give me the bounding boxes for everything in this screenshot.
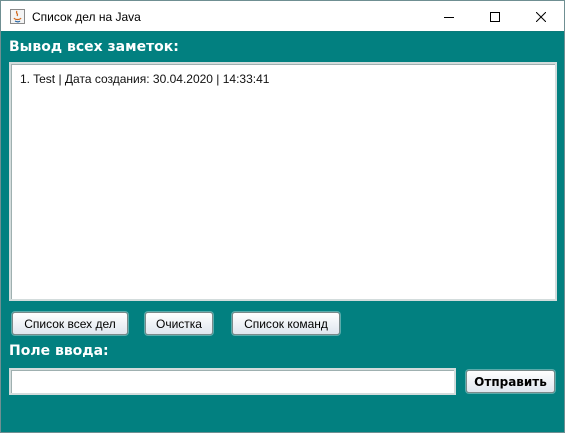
clear-button[interactable]: Очистка bbox=[145, 312, 213, 335]
notes-output-area[interactable]: 1. Test | Дата создания: 30.04.2020 | 14… bbox=[9, 62, 557, 301]
window-title: Список дел на Java bbox=[32, 10, 141, 24]
input-label: Поле ввода: bbox=[9, 343, 109, 359]
commands-list-button[interactable]: Список команд bbox=[232, 312, 340, 335]
note-line: 1. Test | Дата создания: 30.04.2020 | 14… bbox=[20, 72, 270, 86]
output-label: Вывод всех заметок: bbox=[9, 39, 179, 55]
close-icon bbox=[536, 11, 546, 22]
maximize-button[interactable] bbox=[472, 1, 518, 32]
close-button[interactable] bbox=[518, 1, 564, 32]
app-window: Список дел на Java Вывод всех заметок: 1… bbox=[0, 0, 565, 433]
java-app-icon bbox=[10, 9, 25, 24]
minimize-icon bbox=[444, 12, 454, 22]
command-input[interactable] bbox=[9, 368, 456, 395]
title-bar[interactable]: Список дел на Java bbox=[1, 1, 564, 32]
send-button[interactable]: Отправить bbox=[466, 370, 555, 393]
minimize-button[interactable] bbox=[426, 1, 472, 32]
maximize-icon bbox=[490, 11, 500, 22]
list-all-button[interactable]: Список всех дел bbox=[12, 312, 128, 335]
